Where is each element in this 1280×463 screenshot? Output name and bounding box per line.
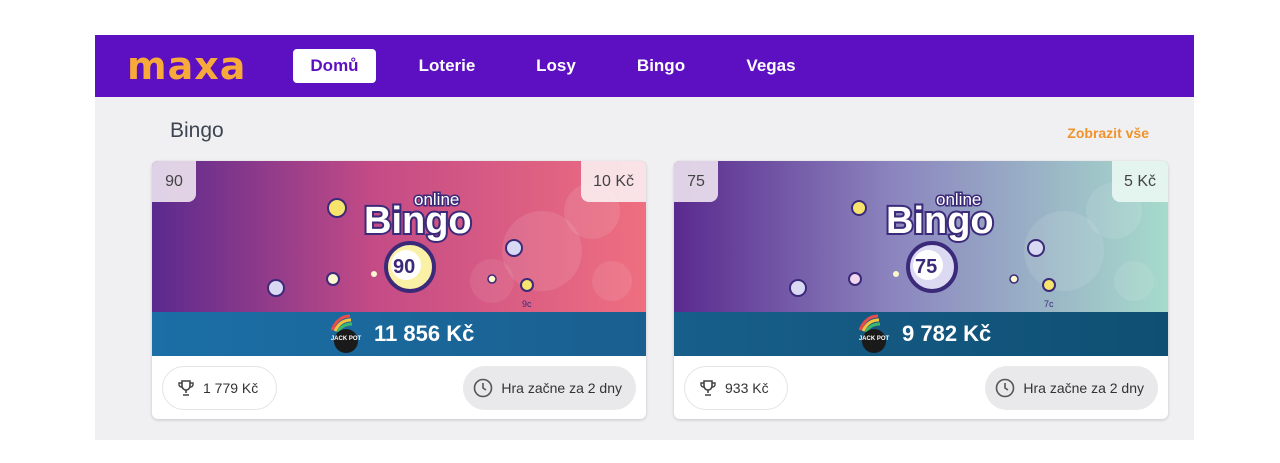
start-time-text: Hra začne za 2 dny — [501, 380, 622, 396]
jackpot-icon: JACK POT — [330, 314, 362, 353]
start-time-pill: Hra začne za 2 dny — [985, 366, 1158, 410]
ball-number-text: 90 — [393, 256, 415, 278]
prize-amount: 933 Kč — [725, 380, 769, 396]
jackpot-icon-label: JACK POT — [331, 336, 362, 342]
clock-icon — [474, 378, 493, 398]
game-banner[interactable]: 9c Bingo online 90 90 10 Kč — [152, 161, 646, 312]
online-logo-text: online — [414, 190, 459, 209]
prize-amount: 1 779 Kč — [203, 380, 259, 396]
jackpot-strip: JACK POT 9 782 Kč — [674, 312, 1168, 356]
ticket-price-badge: 10 Kč — [581, 161, 646, 202]
start-time-pill: Hra začne za 2 dny — [463, 366, 636, 410]
top-navbar: maxa Domů Loterie Losy Bingo Vegas — [95, 35, 1194, 97]
banner-artwork: 9c Bingo online 90 — [152, 161, 646, 312]
trophy-icon — [700, 380, 716, 396]
jackpot-amount: 9 782 Kč — [902, 321, 992, 346]
ticket-price-badge: 5 Kč — [1111, 161, 1168, 202]
jackpot-icon-label: JACK POT — [859, 336, 890, 342]
prize-pill: 933 Kč — [684, 366, 788, 410]
trophy-icon — [178, 380, 194, 396]
online-logo-text: online — [936, 190, 981, 209]
nav-item-bingo[interactable]: Bingo — [627, 48, 695, 84]
page-frame: maxa Domů Loterie Losy Bingo Vegas Bingo… — [95, 35, 1194, 440]
prize-pill: 1 779 Kč — [162, 366, 278, 410]
ball-number-text: 75 — [915, 256, 937, 278]
jackpot-icon: JACK POT — [858, 314, 890, 353]
nav-item-losy[interactable]: Losy — [525, 48, 587, 84]
jackpot-amount: 11 856 Kč — [374, 321, 475, 346]
nav-item-domu[interactable]: Domů — [293, 49, 376, 83]
svg-text:7c: 7c — [1044, 299, 1054, 309]
banner-artwork: 7c Bingo online 75 — [674, 161, 1168, 312]
game-number-badge: 75 — [674, 161, 718, 202]
section-title: Bingo — [170, 119, 224, 142]
clock-icon — [996, 378, 1015, 398]
show-all-link[interactable]: Zobrazit vše — [1067, 125, 1149, 141]
jackpot-strip: JACK POT 11 856 Kč — [152, 312, 646, 356]
bingo-game-card-75[interactable]: 7c Bingo online 75 75 5 Kč JACK POT 9 78… — [674, 161, 1168, 419]
bingo-game-card-90[interactable]: 9c Bingo online 90 90 10 Kč JACK POT 11 … — [152, 161, 646, 419]
game-number-badge: 90 — [152, 161, 196, 202]
nav-item-loterie[interactable]: Loterie — [407, 48, 487, 84]
start-time-text: Hra začne za 2 dny — [1023, 380, 1144, 396]
game-banner[interactable]: 7c Bingo online 75 75 5 Kč — [674, 161, 1168, 312]
svg-text:9c: 9c — [522, 299, 532, 309]
nav-item-vegas[interactable]: Vegas — [735, 48, 807, 84]
maxa-logo[interactable]: maxa — [127, 43, 246, 89]
